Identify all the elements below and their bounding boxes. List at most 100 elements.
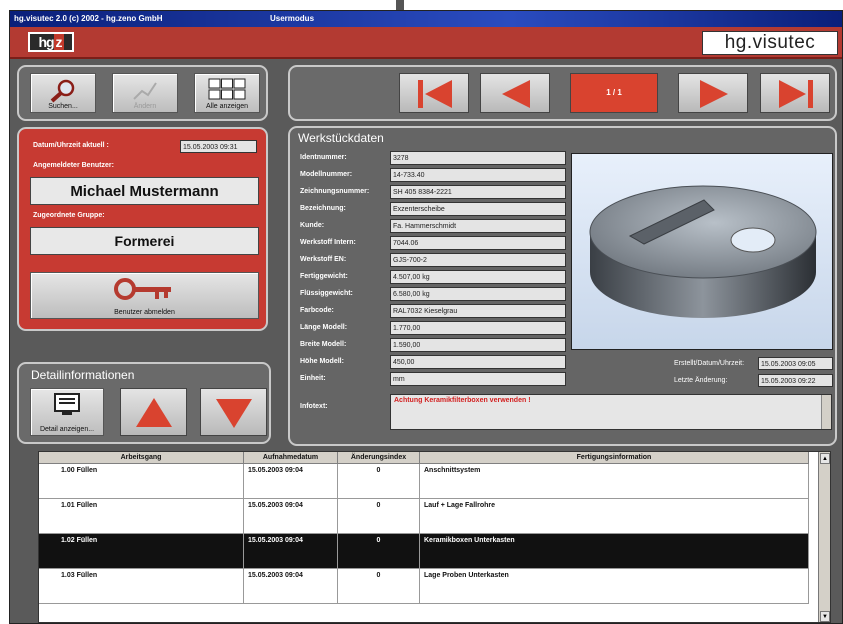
search-button[interactable]: Suchen... <box>30 73 96 113</box>
brand-logo: hg.visutec <box>702 31 838 55</box>
search-icon <box>50 79 75 103</box>
field-value: 450,00 <box>390 355 566 369</box>
arrow-up-icon <box>136 398 172 427</box>
first-icon <box>418 80 452 108</box>
table-row[interactable]: 1.01 Füllen 15.05.2003 09:04 0 Lauf + Lage … <box>39 499 809 534</box>
cell-step: 1.00 Füllen <box>39 464 244 499</box>
hgz-logo: hg z <box>28 32 74 52</box>
detail-panel-title: Detailinformationen <box>31 368 135 382</box>
table-row[interactable]: 1.03 Füllen 15.05.2003 09:04 0 Lage Proben … <box>39 569 809 604</box>
search-button-label: Suchen... <box>48 103 78 110</box>
row-up-button[interactable] <box>120 388 187 436</box>
column-header-index[interactable]: Änderungsindex <box>338 452 420 464</box>
logo-text: hg <box>38 34 54 50</box>
field-label: Werkstoff Intern: <box>300 239 356 246</box>
field-value: 4.507,00 kg <box>390 270 566 284</box>
field-label: Werkstoff EN: <box>300 256 347 263</box>
column-header-date[interactable]: Aufnahmedatum <box>244 452 338 464</box>
field-label: Bezeichnung: <box>300 205 346 212</box>
table-row[interactable]: 1.02 Füllen 15.05.2003 09:04 0 Keramikboxen… <box>39 534 809 569</box>
info-label: Infotext: <box>300 403 328 410</box>
field-value: GJS-700-2 <box>390 253 566 267</box>
field-value: 7044.06 <box>390 236 566 250</box>
column-header-step[interactable]: Arbeitsgang <box>39 452 244 464</box>
field-value: 3278 <box>390 151 566 165</box>
show-detail-button[interactable]: Detail anzeigen... <box>30 388 104 436</box>
last-record-button[interactable] <box>760 73 830 113</box>
cell-index: 0 <box>338 499 420 534</box>
record-counter: 1 / 1 <box>570 73 658 113</box>
cell-index: 0 <box>338 464 420 499</box>
previous-record-button[interactable] <box>480 73 550 113</box>
grid-icon <box>208 78 246 100</box>
info-field: Achtung Keramikfilterboxen verwenden ! <box>390 394 832 430</box>
cell-index: 0 <box>338 534 420 569</box>
detail-panel: Detailinformationen Detail anzeigen... <box>17 362 271 444</box>
cell-step: 1.01 Füllen <box>39 499 244 534</box>
field-value: 1.590,00 <box>390 338 566 352</box>
workpiece-image <box>571 153 833 350</box>
logout-button[interactable]: Benutzer abmelden <box>30 272 259 319</box>
cell-date: 15.05.2003 09:04 <box>244 499 338 534</box>
created-label: Erstellt/Datum/Uhrzeit: <box>674 360 745 367</box>
cell-info: Anschnittsystem <box>420 464 809 499</box>
show-detail-label: Detail anzeigen... <box>39 426 95 433</box>
field-label: Kunde: <box>300 222 325 229</box>
change-button-label: Ändern <box>133 103 157 110</box>
field-value: 1.770,00 <box>390 321 566 335</box>
field-label: Fertiggewicht: <box>300 273 348 280</box>
created-field: 15.05.2003 09:05 <box>758 357 833 370</box>
field-value: SH 405 8384-2221 <box>390 185 566 199</box>
info-text: Achtung Keramikfilterboxen verwenden ! <box>394 397 531 404</box>
cell-index: 0 <box>338 569 420 604</box>
monitor-icon <box>54 393 80 415</box>
show-all-button[interactable]: Alle anzeigen <box>194 73 260 113</box>
field-value: 6.580,00 kg <box>390 287 566 301</box>
arrow-down-icon <box>216 399 252 428</box>
field-value: Fa. Hammerschmidt <box>390 219 566 233</box>
disc-part-image <box>589 185 817 318</box>
logo-text-z: z <box>53 34 64 50</box>
field-label: Breite Modell: <box>300 341 347 348</box>
field-label: Modellnummer: <box>300 171 353 178</box>
next-icon <box>700 80 728 108</box>
datetime-field: 15.05.2003 09:31 <box>180 140 257 153</box>
edit-icon <box>133 82 157 100</box>
field-label: Zeichnungsnummer: <box>300 188 370 195</box>
row-down-button[interactable] <box>200 388 267 436</box>
change-button[interactable]: Ändern <box>112 73 178 113</box>
background-fragment <box>0 0 9 10</box>
scroll-up-arrow[interactable]: ▲ <box>820 453 830 464</box>
field-label: Flüssiggewicht: <box>300 290 353 297</box>
header-bar: hg z hg.visutec <box>10 27 842 59</box>
field-value: mm <box>390 372 566 386</box>
background-bar <box>396 0 404 10</box>
navigation-panel: 1 / 1 <box>288 65 837 121</box>
changed-field: 15.05.2003 09:22 <box>758 374 833 387</box>
cell-date: 15.05.2003 09:04 <box>244 464 338 499</box>
column-header-info[interactable]: Fertigungsinformation <box>420 452 809 464</box>
field-label: Einheit: <box>300 375 326 382</box>
user-panel: Datum/Uhrzeit aktuell : 15.05.2003 09:31… <box>17 127 268 331</box>
datetime-label: Datum/Uhrzeit aktuell : <box>33 142 109 149</box>
cell-info: Lage Proben Unterkasten <box>420 569 809 604</box>
table-scrollbar[interactable]: ▲ ▼ <box>818 452 830 622</box>
cell-step: 1.03 Füllen <box>39 569 244 604</box>
field-value: RAL7032 Kieselgrau <box>390 304 566 318</box>
logout-button-label: Benutzer abmelden <box>114 309 175 316</box>
show-all-button-label: Alle anzeigen <box>205 103 249 110</box>
cell-date: 15.05.2003 09:04 <box>244 534 338 569</box>
info-scrollbar[interactable] <box>821 395 831 429</box>
changed-label: Letzte Änderung: <box>674 377 728 384</box>
user-field: Michael Mustermann <box>30 177 259 205</box>
next-record-button[interactable] <box>678 73 748 113</box>
field-label: Farbcode: <box>300 307 334 314</box>
cell-info: Lauf + Lage Fallrohre <box>420 499 809 534</box>
workpiece-title: Werkstückdaten <box>298 131 384 145</box>
scroll-down-arrow[interactable]: ▼ <box>820 611 830 622</box>
first-record-button[interactable] <box>399 73 469 113</box>
previous-icon <box>502 80 530 108</box>
group-field: Formerei <box>30 227 259 255</box>
app-window: hg.visutec 2.0 (c) 2002 - hg.zeno GmbH U… <box>9 10 843 624</box>
table-row[interactable]: 1.00 Füllen 15.05.2003 09:04 0 Anschnittsys… <box>39 464 809 499</box>
